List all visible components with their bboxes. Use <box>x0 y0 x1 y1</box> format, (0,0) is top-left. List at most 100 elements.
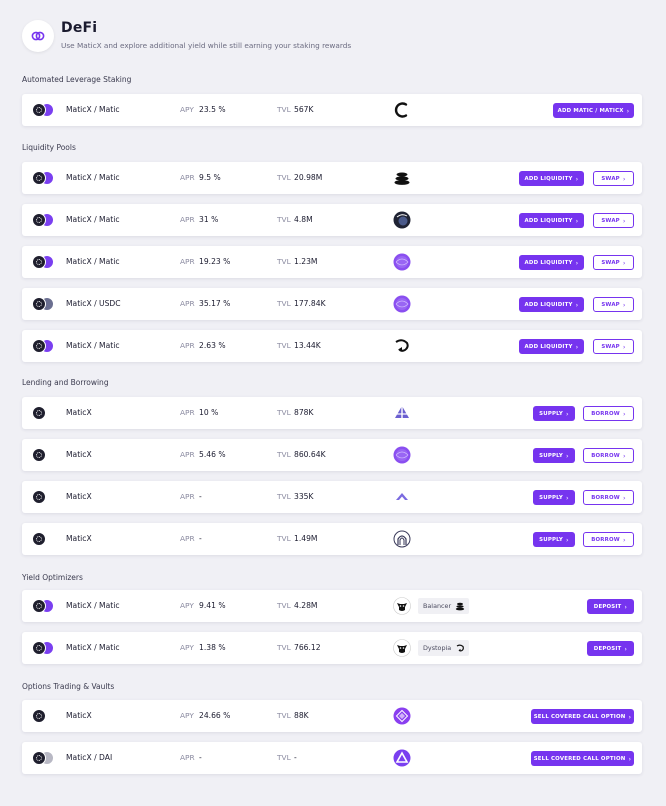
tvl-value: 878K <box>294 408 314 417</box>
apy-label: APY <box>180 711 194 720</box>
pair-name: MaticX / USDC <box>66 299 121 308</box>
apy-value: 2.63 % <box>199 341 226 350</box>
defi-row: MaticX / DAI APR - TVL - SELL COVERED CALL OP… <box>22 742 642 774</box>
tvl-value: 1.23M <box>294 257 318 266</box>
borrow-button[interactable]: BORROW › <box>583 406 634 421</box>
borrow-button-label: BORROW <box>591 494 620 501</box>
delta-logo-icon <box>393 749 411 767</box>
apy-label: APR <box>180 450 195 459</box>
supply-button[interactable]: SUPPLY › <box>533 448 575 463</box>
sell-covered-call-option-button[interactable]: SELL COVERED CALL OPTION › <box>531 709 634 724</box>
apy-label: APR <box>180 215 195 224</box>
borrow-button[interactable]: BORROW › <box>583 448 634 463</box>
borrow-button[interactable]: BORROW › <box>583 532 634 547</box>
pair-name: MaticX <box>66 711 92 720</box>
matic-token-icon <box>32 103 46 117</box>
borrow-button-label: BORROW <box>591 536 620 543</box>
ghost-logo-icon <box>393 488 411 506</box>
swap-button[interactable]: SWAP › <box>593 339 634 354</box>
chevron-right-icon: › <box>622 300 626 309</box>
swirl-logo-icon <box>455 643 465 653</box>
token-pair-icon <box>32 254 58 270</box>
tvl-label: TVL <box>277 534 291 543</box>
defi-row: MaticX / Matic APR 31 % TVL 4.8M ADD LIQUIDIT… <box>22 204 642 236</box>
tvl-label: TVL <box>277 492 291 501</box>
apy-value: 23.5 % <box>199 105 226 114</box>
token-pair-icon <box>32 750 58 766</box>
deposit-button-label: DEPOSIT <box>593 645 622 652</box>
apy-value: 9.41 % <box>199 601 226 610</box>
apy-value: 31 % <box>199 215 219 224</box>
chevron-right-icon: › <box>566 409 569 418</box>
chevron-right-icon: › <box>566 493 569 502</box>
swap-button-label: SWAP <box>601 217 620 224</box>
apy-value: - <box>199 492 202 501</box>
swap-button[interactable]: SWAP › <box>593 213 634 228</box>
chevron-right-icon: › <box>575 300 579 309</box>
apy-value: 35.17 % <box>199 299 231 308</box>
token-pair-icon <box>32 489 58 505</box>
chevron-right-icon: › <box>575 216 579 225</box>
supply-button[interactable]: SUPPLY › <box>533 406 575 421</box>
ring-logo-icon <box>393 101 411 119</box>
purple-orb-icon <box>393 295 411 313</box>
apy-label: APR <box>180 299 195 308</box>
platform-chip: Dystopia <box>418 640 470 656</box>
deposit-button[interactable]: DEPOSIT › <box>587 599 634 614</box>
supply-button[interactable]: SUPPLY › <box>533 532 575 547</box>
matic-token-icon <box>32 171 46 185</box>
tvl-value: 1.49M <box>294 534 318 543</box>
apy-value: 19.23 % <box>199 257 231 266</box>
defi-row: MaticX / Matic APR 19.23 % TVL 1.23M ADD LIQU… <box>22 246 642 278</box>
chevron-right-icon: › <box>622 451 626 460</box>
matic-token-icon <box>32 339 46 353</box>
matic-token-icon <box>32 255 46 269</box>
apy-value: 5.46 % <box>199 450 226 459</box>
swap-button[interactable]: SWAP › <box>593 171 634 186</box>
pair-name: MaticX <box>66 534 92 543</box>
chevron-right-icon: › <box>628 754 632 763</box>
chevron-right-icon: › <box>628 712 632 721</box>
apy-value: 10 % <box>199 408 219 417</box>
add-liquidity-button[interactable]: ADD LIQUIDITY › <box>519 171 584 186</box>
tvl-label: TVL <box>277 711 291 720</box>
chevron-right-icon: › <box>624 644 628 653</box>
supply-button-label: SUPPLY <box>539 452 564 459</box>
add-liquidity-button[interactable]: ADD LIQUIDITY › <box>519 339 584 354</box>
triangle-logo-icon <box>393 404 411 422</box>
add-liquidity-button[interactable]: ADD LIQUIDITY › <box>519 255 584 270</box>
tvl-value: 88K <box>294 711 309 720</box>
diamond-logo-icon <box>393 707 411 725</box>
add-liquidity-button[interactable]: ADD LIQUIDITY › <box>519 297 584 312</box>
purple-orb-icon <box>393 446 411 464</box>
apy-value: - <box>199 534 202 543</box>
apy-label: APY <box>180 601 194 610</box>
deposit-button[interactable]: DEPOSIT › <box>587 641 634 656</box>
chevron-right-icon: › <box>575 174 579 183</box>
add-liquidity-button[interactable]: ADD LIQUIDITY › <box>519 213 584 228</box>
swap-button[interactable]: SWAP › <box>593 297 634 312</box>
tvl-value: 335K <box>294 492 314 501</box>
tvl-value: 567K <box>294 105 314 114</box>
add-matic-maticx-button[interactable]: ADD MATIC / MATICX › <box>553 103 634 118</box>
defi-row: MaticX / Matic APR 2.63 % TVL 13.44K ADD LIQU… <box>22 330 642 362</box>
chevron-right-icon: › <box>622 216 626 225</box>
defi-row: MaticX / Matic APY 1.38 % TVL 766.12 Dystopia… <box>22 632 642 664</box>
sell-covered-call-option-button[interactable]: SELL COVERED CALL OPTION › <box>531 751 634 766</box>
swap-button[interactable]: SWAP › <box>593 255 634 270</box>
chevron-right-icon: › <box>626 106 630 115</box>
borrow-button[interactable]: BORROW › <box>583 490 634 505</box>
tvl-label: TVL <box>277 215 291 224</box>
apy-label: APR <box>180 492 195 501</box>
token-pair-icon <box>32 447 58 463</box>
pair-name: MaticX / Matic <box>66 257 120 266</box>
sell-covered-call-option-button-label: SELL COVERED CALL OPTION <box>533 755 626 762</box>
add-matic-maticx-button-label: ADD MATIC / MATICX <box>557 107 624 114</box>
apy-label: APR <box>180 408 195 417</box>
pair-name: MaticX <box>66 492 92 501</box>
supply-button[interactable]: SUPPLY › <box>533 490 575 505</box>
cow-logo-icon <box>393 597 411 615</box>
tvl-label: TVL <box>277 341 291 350</box>
chevron-right-icon: › <box>622 174 626 183</box>
swap-button-label: SWAP <box>601 301 620 308</box>
